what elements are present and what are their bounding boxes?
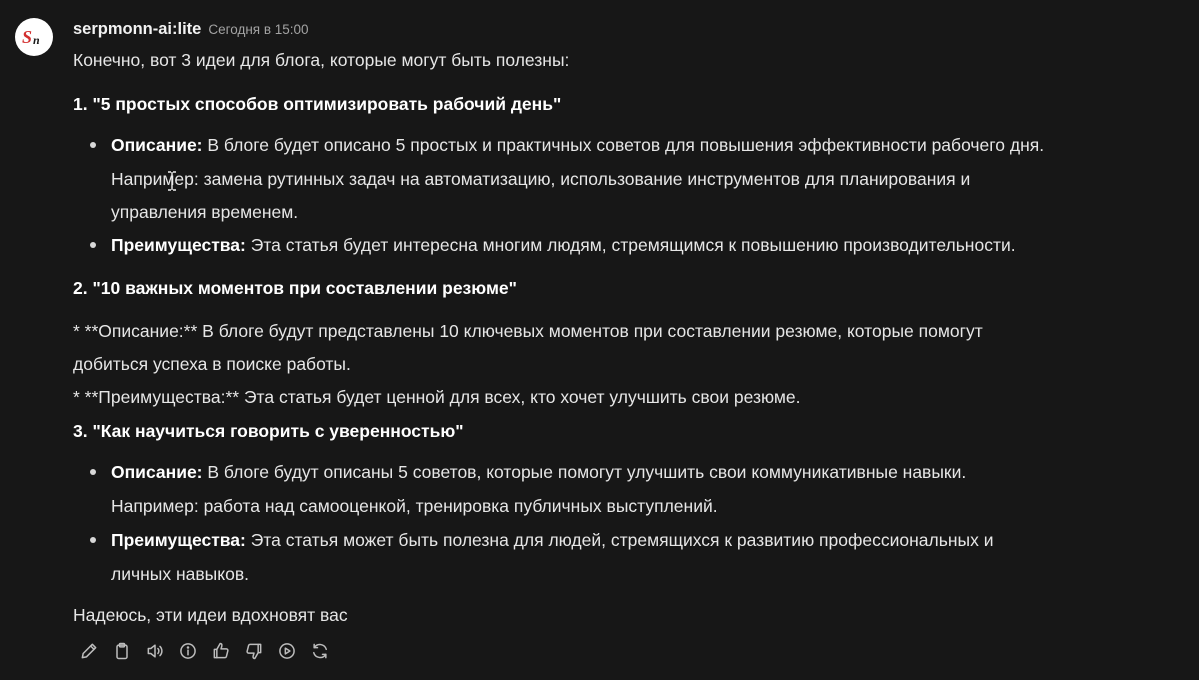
svg-text:S: S — [22, 27, 32, 47]
idea-1-title: 1. "5 простых способов оптимизировать ра… — [73, 94, 562, 114]
avatar-logo-icon: S n — [22, 27, 40, 47]
speaker-icon — [147, 644, 163, 658]
idea-3-title: 3. "Как научиться говорить с уверенность… — [73, 421, 464, 441]
read-aloud-button[interactable] — [144, 640, 166, 662]
message-actions-toolbar — [78, 640, 342, 662]
like-button[interactable] — [210, 640, 232, 662]
idea-1-description-cont: Например: замена рутинных задач на автом… — [111, 169, 971, 189]
edit-button[interactable] — [78, 640, 100, 662]
dislike-button[interactable] — [243, 640, 265, 662]
closing-text: Надеюсь, эти идеи вдохновят вас — [73, 605, 348, 625]
advantages-label: Преимущества: — [111, 530, 246, 550]
idea-3-advantages-cont: личных навыков. — [111, 564, 249, 584]
idea-2-raw-line: * **Преимущества:** Эта статья будет цен… — [73, 387, 801, 407]
message-timestamp: Сегодня в 15:00 — [208, 22, 309, 37]
copy-button[interactable] — [111, 640, 133, 662]
idea-1-description-cont: управления временем. — [111, 202, 299, 222]
bullet-icon — [90, 142, 96, 148]
author-name[interactable]: serpmonn-ai:lite — [73, 20, 201, 39]
regenerate-icon — [313, 643, 327, 659]
idea-3-description: Описание: В блоге будут описаны 5 совето… — [111, 462, 967, 482]
bullet-icon — [90, 242, 96, 248]
message-header: serpmonn-ai:lite Сегодня в 15:00 — [73, 20, 309, 42]
idea-2-raw-line: * **Описание:** В блоге будут представле… — [73, 321, 983, 341]
intro-text: Конечно, вот 3 идеи для блога, которые м… — [73, 50, 570, 70]
idea-3-advantages: Преимущества: Эта статья может быть поле… — [111, 530, 994, 550]
description-label: Описание: — [111, 462, 203, 482]
advantages-label: Преимущества: — [111, 235, 246, 255]
svg-text:n: n — [33, 33, 40, 47]
regenerate-button[interactable] — [309, 640, 331, 662]
play-button[interactable] — [276, 640, 298, 662]
info-icon — [180, 643, 196, 659]
edit-icon — [81, 643, 97, 659]
info-button[interactable] — [177, 640, 199, 662]
play-icon — [279, 643, 295, 659]
thumbs-down-icon — [246, 643, 262, 660]
copy-icon — [116, 642, 128, 660]
idea-1-advantages: Преимущества: Эта статья будет интересна… — [111, 235, 1016, 255]
bullet-icon — [90, 537, 96, 543]
idea-2-title: 2. "10 важных моментов при составлении р… — [73, 278, 517, 298]
idea-3-description-cont: Например: работа над самооценкой, тренир… — [111, 496, 718, 516]
bullet-icon — [90, 469, 96, 475]
idea-1-description: Описание: В блоге будет описано 5 просты… — [111, 135, 1045, 155]
avatar[interactable]: S n — [15, 18, 53, 56]
thumbs-up-icon — [213, 642, 229, 659]
description-label: Описание: — [111, 135, 203, 155]
idea-2-raw-line: добиться успеха в поиске работы. — [73, 354, 351, 374]
text-cursor-icon — [168, 171, 176, 191]
